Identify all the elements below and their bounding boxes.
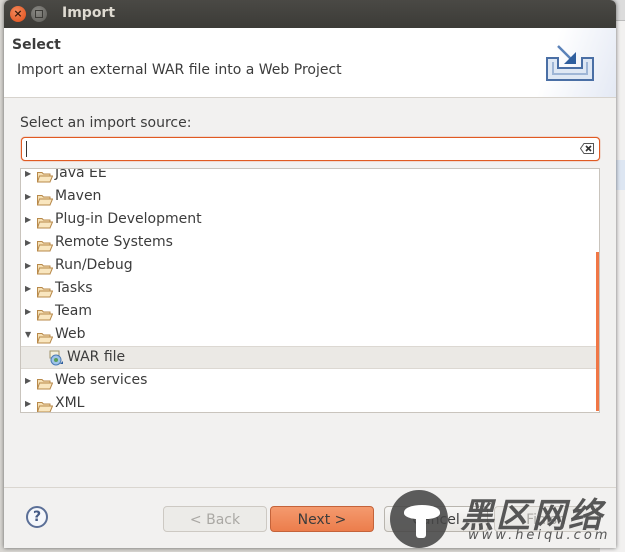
tree-folder-item[interactable]: ▼ Web [21,323,597,346]
text-caret [26,141,27,157]
close-window-button[interactable]: × [10,6,26,22]
tree-item-label: Plug-in Development [55,211,202,227]
expanded-arrow-icon[interactable]: ▼ [25,323,31,346]
tree-item-label: Java EE [55,168,107,181]
next-button[interactable]: Next > [270,506,374,532]
page-title: Select [12,37,61,53]
tree-item-war-file[interactable]: WAR file [21,346,597,369]
filter-field[interactable] [21,137,600,161]
tree-folder-item[interactable]: ▶ Tasks [21,277,597,300]
tree-scrollbar[interactable] [596,252,599,411]
tree-item-label: Web services [55,372,148,388]
import-source-label: Select an import source: [20,115,192,131]
help-icon: ? [32,509,42,525]
tree-folder-item[interactable]: ▶ XML [21,392,597,412]
back-button[interactable]: < Back [163,506,267,532]
collapsed-arrow-icon[interactable]: ▶ [25,185,31,208]
tree-folder-item[interactable]: ▶ Java EE [21,168,597,185]
collapsed-arrow-icon[interactable]: ▶ [25,208,31,231]
maximize-icon [35,10,43,18]
tree-folder-item[interactable]: ▶ Remote Systems [21,231,597,254]
tree-folder-item[interactable]: ▶ Maven [21,185,597,208]
import-dialog: × Import Select Import an external WAR f… [4,0,616,548]
collapsed-arrow-icon[interactable]: ▶ [25,369,31,392]
tree-item-label: Run/Debug [55,257,133,273]
tree-item-label: Team [55,303,93,319]
title-bar: × Import [4,0,616,28]
collapsed-arrow-icon[interactable]: ▶ [25,254,31,277]
finish-button[interactable]: Finish [494,506,598,532]
tree-folder-item[interactable]: ▶ Plug-in Development [21,208,597,231]
filter-input[interactable] [26,140,570,160]
collapsed-arrow-icon[interactable]: ▶ [25,231,31,254]
tree-folder-item[interactable]: ▶ Team [21,300,597,323]
button-bar-divider [4,487,616,488]
collapsed-arrow-icon[interactable]: ▶ [25,169,31,185]
tree-item-label: Web [55,326,86,342]
import-source-tree[interactable]: ▶ Java EE ▶ Maven ▶ Plug-in Development ▶ Remot… [20,168,600,413]
collapsed-arrow-icon[interactable]: ▶ [25,392,31,412]
tree-item-label: Tasks [55,280,93,296]
tree-item-label: WAR file [67,349,126,365]
close-icon: × [13,7,23,20]
maximize-window-button[interactable] [31,6,47,22]
folder-icon [36,398,54,412]
wizard-banner: Select Import an external WAR file into … [4,28,616,98]
page-description: Import an external WAR file into a Web P… [17,62,342,78]
collapsed-arrow-icon[interactable]: ▶ [25,277,31,300]
tree-item-label: Remote Systems [55,234,173,250]
tree-folder-item[interactable]: ▶ Run/Debug [21,254,597,277]
import-wizard-icon [546,45,594,81]
collapsed-arrow-icon[interactable]: ▶ [25,300,31,323]
help-button[interactable]: ? [26,506,48,528]
cancel-button[interactable]: Cancel [384,506,488,532]
clear-text-icon[interactable] [580,143,594,154]
tree-folder-item[interactable]: ▶ Web services [21,369,597,392]
tree-item-label: Maven [55,188,102,204]
tree-item-label: XML [55,395,85,411]
window-title: Import [62,5,116,21]
